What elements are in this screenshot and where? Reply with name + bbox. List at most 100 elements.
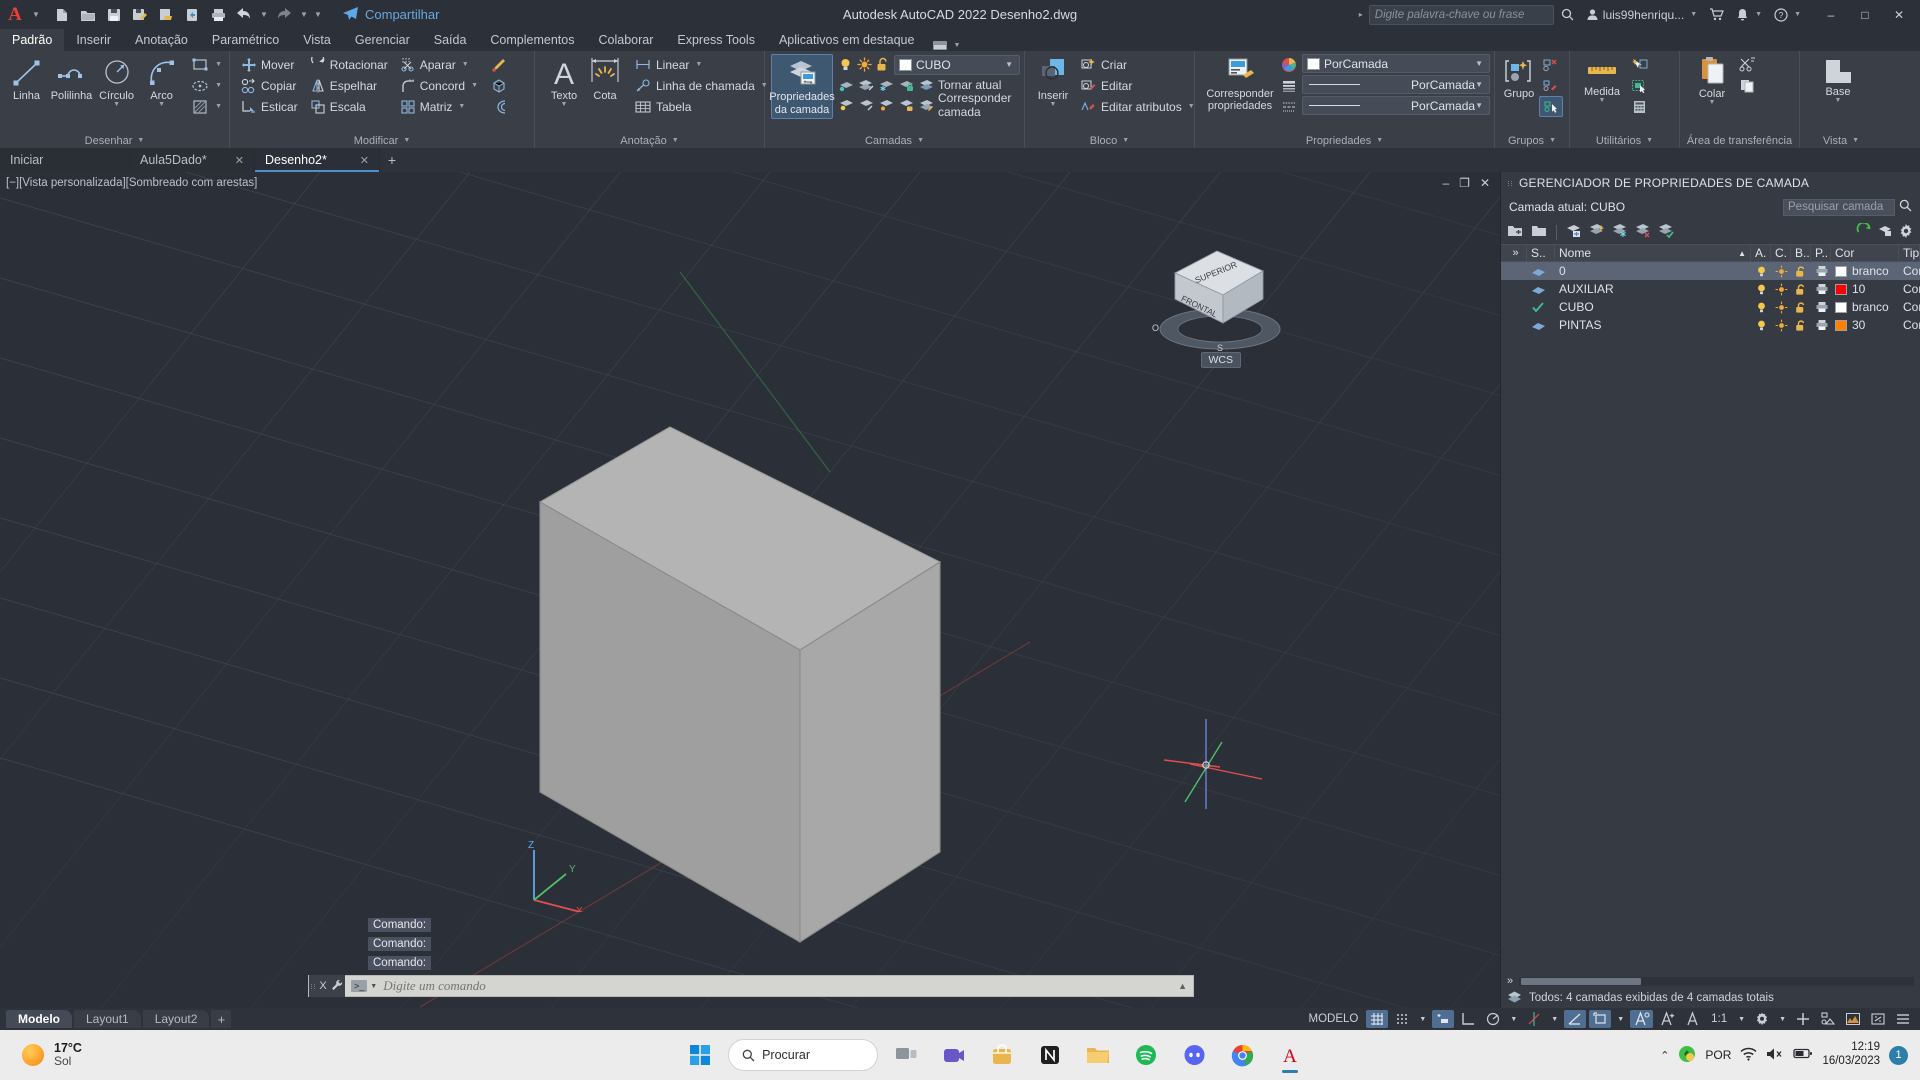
tool-polilinha[interactable]: Polilinha xyxy=(49,54,94,105)
set-current-icon[interactable] xyxy=(1588,223,1606,242)
retangulo-caret-icon[interactable]: ▼ xyxy=(215,61,222,68)
tool-desagrupar[interactable] xyxy=(1539,54,1563,75)
ribbon-tab-gerenciar[interactable]: Gerenciar xyxy=(343,29,422,51)
close-icon[interactable]: ✕ xyxy=(360,154,369,167)
ortho-icon[interactable] xyxy=(1457,1010,1479,1028)
save-icon[interactable] xyxy=(102,3,126,27)
layout-tab-layout1[interactable]: Layout1 xyxy=(74,1010,141,1028)
layer-linetype[interactable]: Contí xyxy=(1899,298,1920,316)
layer-color[interactable]: branco xyxy=(1831,298,1899,316)
row-status-icon[interactable] xyxy=(1527,262,1555,280)
color-wheel-icon[interactable] xyxy=(1281,57,1297,73)
layer-on-icon[interactable] xyxy=(838,98,855,113)
qat-overflow-caret-icon[interactable]: ▼ xyxy=(312,10,324,19)
printer-icon[interactable] xyxy=(206,3,230,27)
help-search-input[interactable]: Digite palavra-chave ou frase xyxy=(1368,4,1554,25)
tool-tabela[interactable]: Tabela xyxy=(631,96,771,117)
task-view[interactable] xyxy=(886,1035,926,1075)
tool-rotacionar[interactable]: Rotacionar xyxy=(307,54,391,75)
tool-hachura[interactable]: ▼ xyxy=(188,96,225,117)
panel-title-bloco[interactable]: Bloco ▼ xyxy=(1025,133,1194,148)
collapse-columns-button[interactable]: » xyxy=(1507,975,1513,987)
viewport-close-icon[interactable]: ✕ xyxy=(1480,176,1490,190)
aparar-caret-icon[interactable]: ▼ xyxy=(462,61,469,68)
layer-linetype[interactable]: Contí xyxy=(1899,316,1920,334)
export-icon[interactable] xyxy=(154,3,178,27)
tray-language[interactable]: POR xyxy=(1705,1048,1731,1062)
tool-concord[interactable]: Concord ▼ xyxy=(397,75,481,96)
hamburger-icon[interactable] xyxy=(1892,1010,1914,1028)
tool-linha-chamada[interactable]: Linha de chamada ▼ xyxy=(631,75,771,96)
layer-freeze-toggle[interactable] xyxy=(1771,262,1791,280)
column-plot[interactable]: P.. xyxy=(1811,244,1831,262)
redo-icon[interactable] xyxy=(272,3,296,27)
tool-espelhar[interactable]: Espelhar xyxy=(307,75,391,96)
ribbon-tab-inserir[interactable]: Inserir xyxy=(64,29,123,51)
linetype-icon[interactable] xyxy=(1281,99,1297,115)
column-freeze[interactable]: C. xyxy=(1771,244,1791,262)
layer-name[interactable]: CUBO xyxy=(1555,298,1751,316)
file-tab-aula5dado[interactable]: Aula5Dado* ✕ xyxy=(130,148,255,172)
undo-caret-icon[interactable]: ▼ xyxy=(258,10,270,19)
table-row[interactable]: CUBO branco Contí xyxy=(1501,298,1920,316)
refresh-icon[interactable] xyxy=(1856,221,1872,242)
command-prompt-icon-group[interactable]: >_ ▼ xyxy=(345,980,377,992)
layer-lock-toggle[interactable] xyxy=(1791,280,1811,298)
layer-settings-icon[interactable] xyxy=(1877,223,1893,242)
layer-unlock-icon[interactable] xyxy=(876,57,890,72)
fullscreen-icon[interactable] xyxy=(1867,1010,1889,1028)
tool-circulo-caret-icon[interactable]: ▼ xyxy=(113,101,120,108)
lineweight-caret-icon[interactable]: ▼ xyxy=(1475,80,1487,89)
tool-elipse[interactable]: ▼ xyxy=(188,75,225,96)
tool-retangulo[interactable]: ▼ xyxy=(188,54,225,75)
tool-grupo[interactable]: Grupo xyxy=(1499,54,1539,103)
tray-expand-icon[interactable]: ⌃ xyxy=(1660,1049,1669,1062)
layer-match-icon[interactable] xyxy=(918,98,935,113)
layer-search-input[interactable]: Pesquisar camada xyxy=(1783,198,1895,216)
command-input[interactable] xyxy=(377,978,1179,994)
ribbon-tab-express-tools[interactable]: Express Tools xyxy=(665,29,767,51)
layer-color[interactable]: 10 xyxy=(1831,280,1899,298)
command-prompt-caret-icon[interactable]: ▼ xyxy=(370,983,377,990)
column-linetype[interactable]: Tipo d xyxy=(1899,244,1920,262)
osnap-icon[interactable] xyxy=(1564,1010,1587,1028)
annotation-scale-caret-icon[interactable]: ▼ xyxy=(1735,1010,1748,1028)
layer-unisolate-icon[interactable] xyxy=(858,78,875,93)
tool-arco[interactable]: Arco ▼ xyxy=(139,54,184,110)
chrome-icon[interactable] xyxy=(1222,1035,1262,1075)
search-caret-icon[interactable]: ▸ xyxy=(1355,10,1367,19)
tool-esticar[interactable]: Esticar xyxy=(238,96,301,117)
ribbon-display-caret-icon[interactable]: ▼ xyxy=(953,42,960,49)
inserir-caret-icon[interactable]: ▼ xyxy=(1050,101,1057,108)
maximize-button[interactable]: □ xyxy=(1848,0,1882,29)
start-button[interactable] xyxy=(680,1035,720,1075)
ribbon-tab-saida[interactable]: Saída xyxy=(422,29,479,51)
user-account-button[interactable]: luis99henriqu... ▼ xyxy=(1581,3,1702,27)
tool-texto[interactable]: A Texto ▼ xyxy=(545,54,583,110)
infer-icon[interactable] xyxy=(1432,1010,1455,1028)
folder-icon[interactable] xyxy=(1078,1035,1118,1075)
layer-name[interactable]: AUXILIAR xyxy=(1555,280,1751,298)
help-icon[interactable]: ? ▼ xyxy=(1769,3,1806,27)
tool-recortar[interactable] xyxy=(1736,54,1759,75)
delete-layer-icon[interactable] xyxy=(1565,223,1583,242)
concord-caret-icon[interactable]: ▼ xyxy=(471,82,478,89)
column-on[interactable]: A. xyxy=(1751,244,1771,262)
layer-plot-toggle[interactable] xyxy=(1811,298,1831,316)
teams-icon[interactable] xyxy=(934,1035,974,1075)
autocad-icon[interactable]: A xyxy=(1270,1035,1310,1075)
layer-thaw-sun-icon[interactable] xyxy=(857,57,872,72)
notification-badge[interactable]: 1 xyxy=(1889,1045,1908,1065)
new-layer-vp-frozen-icon[interactable] xyxy=(1530,223,1548,242)
tool-offset[interactable] xyxy=(487,96,511,117)
hachura-caret-icon[interactable]: ▼ xyxy=(215,103,222,110)
current-layer-caret-icon[interactable]: ▼ xyxy=(1005,60,1017,69)
palette-drag-handle-icon[interactable] xyxy=(1508,177,1512,190)
layer-freeze-toggle[interactable] xyxy=(1771,280,1791,298)
panel-title-area-transferencia[interactable]: Área de transferência xyxy=(1680,133,1799,148)
column-color[interactable]: Cor xyxy=(1831,244,1899,262)
layer-on-toggle[interactable] xyxy=(1751,280,1771,298)
base-caret-icon[interactable]: ▼ xyxy=(1835,97,1842,104)
ribbon-tab-anotacao[interactable]: Anotação xyxy=(123,29,200,51)
command-expand-icon[interactable]: ▲ xyxy=(1178,981,1193,991)
